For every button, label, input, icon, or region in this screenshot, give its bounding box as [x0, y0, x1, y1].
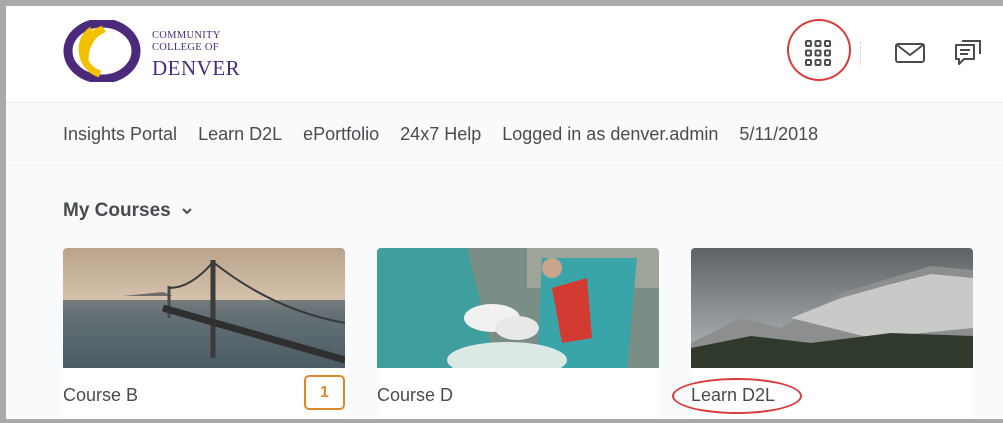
- course-image-bridge: [63, 248, 345, 368]
- logo-line-3: DENVER: [152, 56, 241, 80]
- message-alerts-button[interactable]: [885, 28, 935, 78]
- current-date: 5/11/2018: [739, 124, 819, 144]
- course-selector-button[interactable]: [793, 28, 843, 78]
- waffle-grid-icon: [805, 40, 831, 66]
- course-card[interactable]: Learn D2L: [691, 248, 973, 419]
- nav-24x7-help[interactable]: 24x7 Help: [400, 124, 481, 145]
- logged-in-user: Logged in as denver.admin: [502, 124, 719, 144]
- course-title: Learn D2L: [691, 385, 776, 405]
- logo-line-2: COLLEGE OF: [152, 42, 219, 53]
- header: COMMUNITY COLLEGE OF DENVER: [6, 6, 1003, 103]
- college-logo[interactable]: COMMUNITY COLLEGE OF DENVER: [62, 18, 242, 84]
- logo-line-1: COMMUNITY: [152, 30, 221, 41]
- nav-learn-d2l[interactable]: Learn D2L: [198, 124, 282, 145]
- nav-eportfolio[interactable]: ePortfolio: [303, 124, 379, 145]
- chevron-down-icon: [181, 208, 192, 215]
- course-image-mountain: [691, 248, 973, 368]
- my-courses-widget: My Courses Course B 1 Course D Learn D2L: [6, 167, 1003, 419]
- subscription-alerts-button[interactable]: [943, 28, 993, 78]
- logo-mark-icon: [63, 18, 141, 84]
- mail-icon: [895, 43, 925, 63]
- my-courses-title: My Courses: [63, 200, 171, 221]
- course-title: Course D: [377, 385, 454, 405]
- course-image-dental: [377, 248, 659, 368]
- course-title: Course B: [63, 385, 139, 405]
- logo-text: COMMUNITY COLLEGE OF DENVER: [152, 30, 240, 79]
- navigation-bar: Insights Portal Learn D2L ePortfolio 24x…: [6, 104, 1003, 166]
- header-divider: [860, 42, 861, 66]
- course-card[interactable]: Course B 1: [63, 248, 345, 419]
- course-card[interactable]: Course D: [377, 248, 659, 419]
- notification-badge[interactable]: 1: [304, 375, 345, 410]
- nav-insights-portal[interactable]: Insights Portal: [63, 124, 177, 145]
- my-courses-menu[interactable]: My Courses: [63, 200, 193, 222]
- chat-icon: [955, 40, 981, 65]
